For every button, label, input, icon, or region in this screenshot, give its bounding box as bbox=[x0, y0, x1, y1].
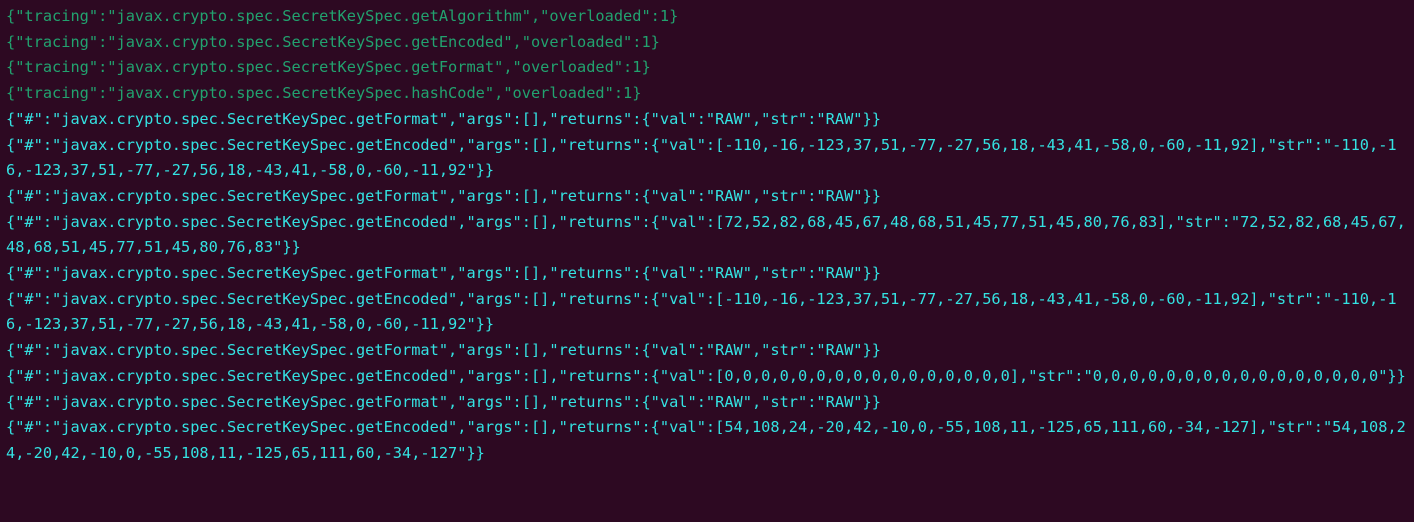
log-line-call: {"#":"javax.crypto.spec.SecretKeySpec.ge… bbox=[6, 264, 881, 282]
log-line-tracing: {"tracing":"javax.crypto.spec.SecretKeyS… bbox=[6, 33, 660, 51]
terminal-output: {"tracing":"javax.crypto.spec.SecretKeyS… bbox=[0, 0, 1414, 471]
log-line-call: {"#":"javax.crypto.spec.SecretKeySpec.ge… bbox=[6, 136, 1397, 180]
log-line-call: {"#":"javax.crypto.spec.SecretKeySpec.ge… bbox=[6, 393, 881, 411]
log-line-call: {"#":"javax.crypto.spec.SecretKeySpec.ge… bbox=[6, 290, 1397, 334]
log-line-tracing: {"tracing":"javax.crypto.spec.SecretKeyS… bbox=[6, 7, 678, 25]
log-line-call: {"#":"javax.crypto.spec.SecretKeySpec.ge… bbox=[6, 213, 1406, 257]
log-line-call: {"#":"javax.crypto.spec.SecretKeySpec.ge… bbox=[6, 110, 881, 128]
log-line-call: {"#":"javax.crypto.spec.SecretKeySpec.ge… bbox=[6, 341, 881, 359]
log-line-tracing: {"tracing":"javax.crypto.spec.SecretKeyS… bbox=[6, 84, 641, 102]
log-line-tracing: {"tracing":"javax.crypto.spec.SecretKeyS… bbox=[6, 58, 651, 76]
log-line-call: {"#":"javax.crypto.spec.SecretKeySpec.ge… bbox=[6, 367, 1406, 385]
log-line-call: {"#":"javax.crypto.spec.SecretKeySpec.ge… bbox=[6, 187, 881, 205]
log-line-call: {"#":"javax.crypto.spec.SecretKeySpec.ge… bbox=[6, 418, 1406, 462]
